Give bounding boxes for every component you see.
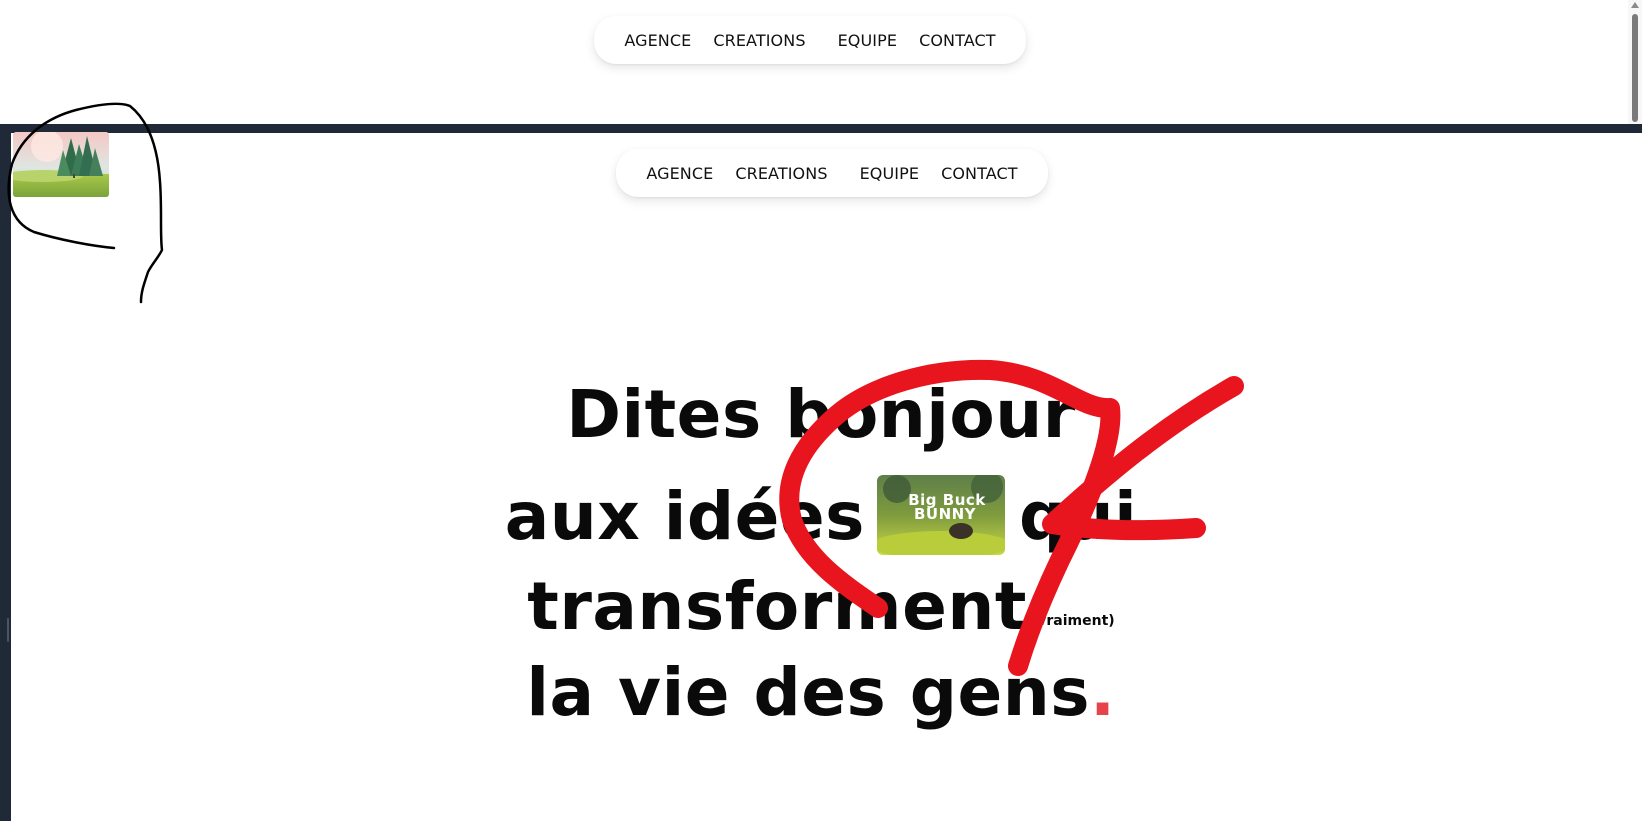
nav-creations[interactable]: CREATIONS — [713, 31, 805, 50]
nav-contact[interactable]: CONTACT — [919, 31, 996, 50]
hero-line-4: la vie des gens. — [0, 654, 1642, 731]
hero-line-3-word: transforment — [527, 568, 1027, 645]
page: AGENCE CREATIONS EQUIPE CONTACT AGENCE C… — [0, 0, 1642, 821]
vertical-scrollbar[interactable] — [1628, 0, 1642, 126]
hero-accent-dot: . — [1090, 654, 1116, 731]
nav-contact[interactable]: CONTACT — [941, 164, 1018, 183]
nav-equipe[interactable]: EQUIPE — [860, 164, 920, 183]
scroll-up-arrow-icon[interactable] — [1631, 2, 1639, 8]
landscape-thumbnail-image — [13, 132, 109, 197]
hero-line-2-start: aux idées — [504, 478, 865, 555]
hero-aside-text: (vraiment) — [1030, 613, 1115, 629]
preview-frame-top-border — [0, 124, 1642, 133]
video-title-line-2: BUNNY — [914, 505, 977, 523]
hero-line-2-end: qui — [1018, 478, 1138, 555]
scrollbar-thumb[interactable] — [1632, 14, 1638, 122]
inner-nav-bar: AGENCE CREATIONS EQUIPE CONTACT — [616, 149, 1048, 197]
hero-line-1: Dites bonjour — [566, 376, 1076, 453]
nav-creations[interactable]: CREATIONS — [735, 164, 827, 183]
hero-line-2: aux idées Big Buck BUNNY qui — [0, 474, 1642, 561]
nav-equipe[interactable]: EQUIPE — [838, 31, 898, 50]
hero-line-3: transforment (vraiment) — [0, 568, 1642, 645]
hero-line-4-text: la vie des gens — [526, 654, 1090, 731]
top-nav-bar: AGENCE CREATIONS EQUIPE CONTACT — [594, 16, 1026, 64]
nav-agence[interactable]: AGENCE — [646, 164, 713, 183]
inline-video-thumbnail[interactable]: Big Buck BUNNY — [876, 474, 1005, 555]
nav-agence[interactable]: AGENCE — [624, 31, 691, 50]
